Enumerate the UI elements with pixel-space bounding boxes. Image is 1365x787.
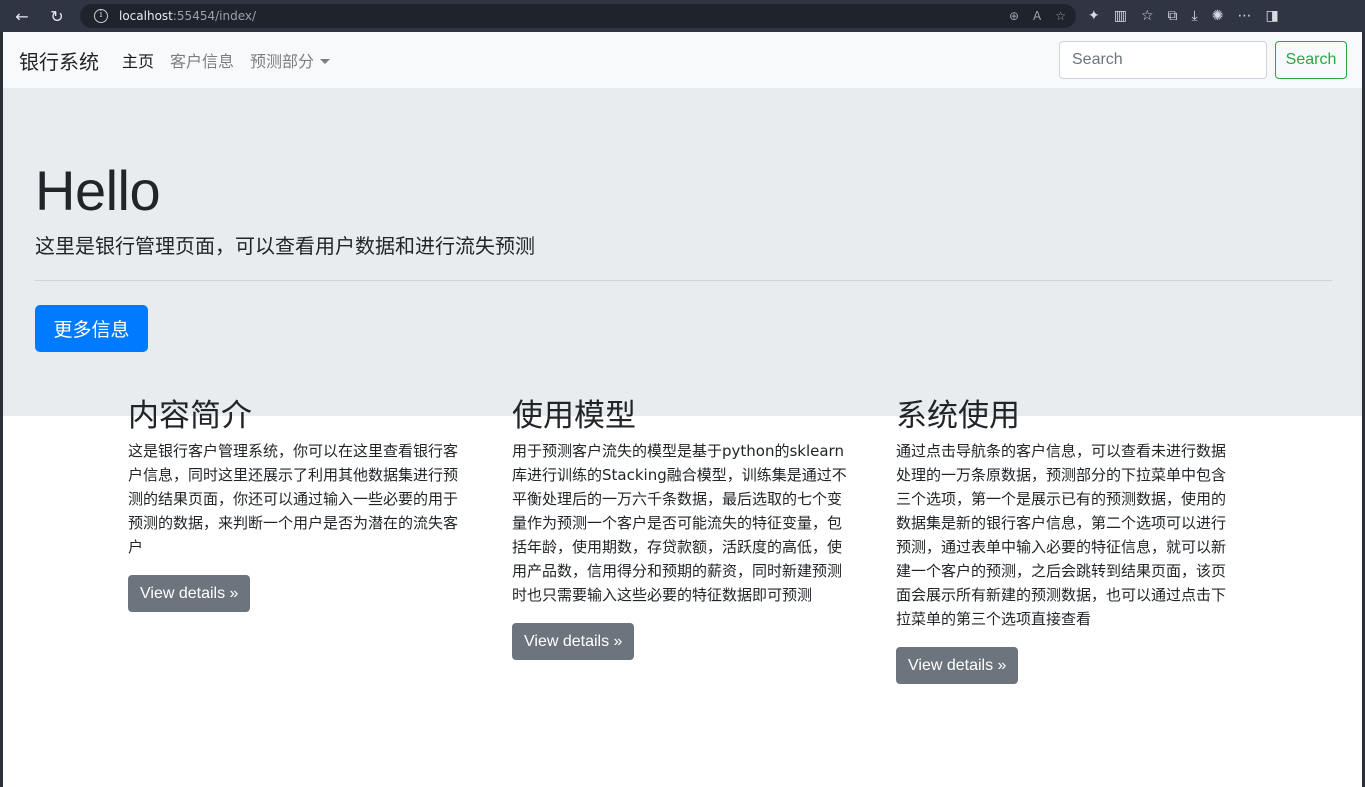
column-model: 使用模型 用于预测客户流失的模型是基于python的sklearn库进行训练的S… bbox=[512, 397, 852, 684]
column-heading: 内容简介 bbox=[128, 398, 252, 434]
zoom-icon[interactable]: ⊕ bbox=[1009, 9, 1019, 23]
browser-toolbar: ← ↻ i localhost:55454/index/ ⊕ A ☆ ✦ ▥ ☆… bbox=[0, 0, 1365, 32]
jumbotron-divider bbox=[35, 280, 1332, 281]
search-button[interactable]: Search bbox=[1275, 41, 1347, 79]
view-details-button[interactable]: View details » bbox=[512, 623, 635, 660]
dropdown-label: 预测部分 bbox=[250, 52, 315, 71]
nav-item-home[interactable]: 主页 bbox=[122, 48, 154, 72]
view-details-button[interactable]: View details » bbox=[128, 575, 251, 612]
downloads-icon[interactable]: ⤓ bbox=[1192, 8, 1198, 24]
read-aloud-icon[interactable]: A bbox=[1033, 9, 1041, 23]
column-intro: 内容简介 这是银行客户管理系统，你可以在这里查看银行客户信息，同时这里还展示了利… bbox=[128, 397, 468, 684]
jumbotron-title: Hello bbox=[35, 159, 161, 222]
favorites-icon[interactable]: ☆ bbox=[1141, 8, 1154, 24]
back-icon[interactable]: ← bbox=[9, 3, 35, 29]
column-text: 通过点击导航条的客户信息，可以查看未进行数据处理的一万条原数据，预测部分的下拉菜… bbox=[896, 442, 1227, 628]
site-info-icon[interactable]: i bbox=[94, 9, 108, 23]
copilot-icon[interactable]: ✺ bbox=[1212, 8, 1224, 24]
column-usage: 系统使用 通过点击导航条的客户信息，可以查看未进行数据处理的一万条原数据，预测部… bbox=[896, 397, 1236, 684]
view-details-button[interactable]: View details » bbox=[896, 647, 1019, 684]
jumbotron: Hello 这里是银行管理页面，可以查看用户数据和进行流失预测 更多信息 bbox=[3, 88, 1362, 416]
navbar-brand[interactable]: 银行系统 bbox=[19, 46, 99, 75]
jumbotron-lead: 这里是银行管理页面，可以查看用户数据和进行流失预测 bbox=[35, 234, 535, 258]
column-text: 用于预测客户流失的模型是基于python的sklearn库进行训练的Stacki… bbox=[512, 442, 847, 604]
address-bar[interactable]: i localhost:55454/index/ ⊕ A ☆ bbox=[80, 4, 1076, 28]
navbar: 银行系统 主页 客户信息 预测部分 Search bbox=[3, 32, 1362, 88]
column-text: 这是银行客户管理系统，你可以在这里查看银行客户信息，同时这里还展示了利用其他数据… bbox=[128, 442, 459, 556]
refresh-icon[interactable]: ↻ bbox=[44, 3, 70, 29]
extensions-icon[interactable]: ✦ bbox=[1088, 8, 1100, 24]
split-screen-icon[interactable]: ▥ bbox=[1114, 8, 1127, 24]
more-menu-icon[interactable]: ⋯ bbox=[1237, 8, 1251, 24]
more-info-button[interactable]: 更多信息 bbox=[35, 305, 148, 352]
url-text: localhost:55454/index/ bbox=[119, 9, 257, 23]
collections-icon[interactable]: ⧉ bbox=[1168, 8, 1178, 24]
nav-item-customer-info[interactable]: 客户信息 bbox=[170, 48, 234, 72]
nav-item-prediction-dropdown[interactable]: 预测部分 bbox=[250, 48, 331, 72]
feature-columns: 内容简介 这是银行客户管理系统，你可以在这里查看银行客户信息，同时这里还展示了利… bbox=[128, 397, 1238, 684]
sidebar-icon[interactable]: ◨ bbox=[1265, 8, 1278, 24]
column-heading: 系统使用 bbox=[896, 398, 1020, 434]
page-viewport: 银行系统 主页 客户信息 预测部分 Search Hello 这里是银行管理页面… bbox=[3, 32, 1362, 787]
search-input[interactable] bbox=[1059, 41, 1267, 79]
column-heading: 使用模型 bbox=[512, 398, 636, 434]
favorite-star-icon[interactable]: ☆ bbox=[1055, 9, 1066, 23]
caret-down-icon bbox=[320, 59, 331, 64]
